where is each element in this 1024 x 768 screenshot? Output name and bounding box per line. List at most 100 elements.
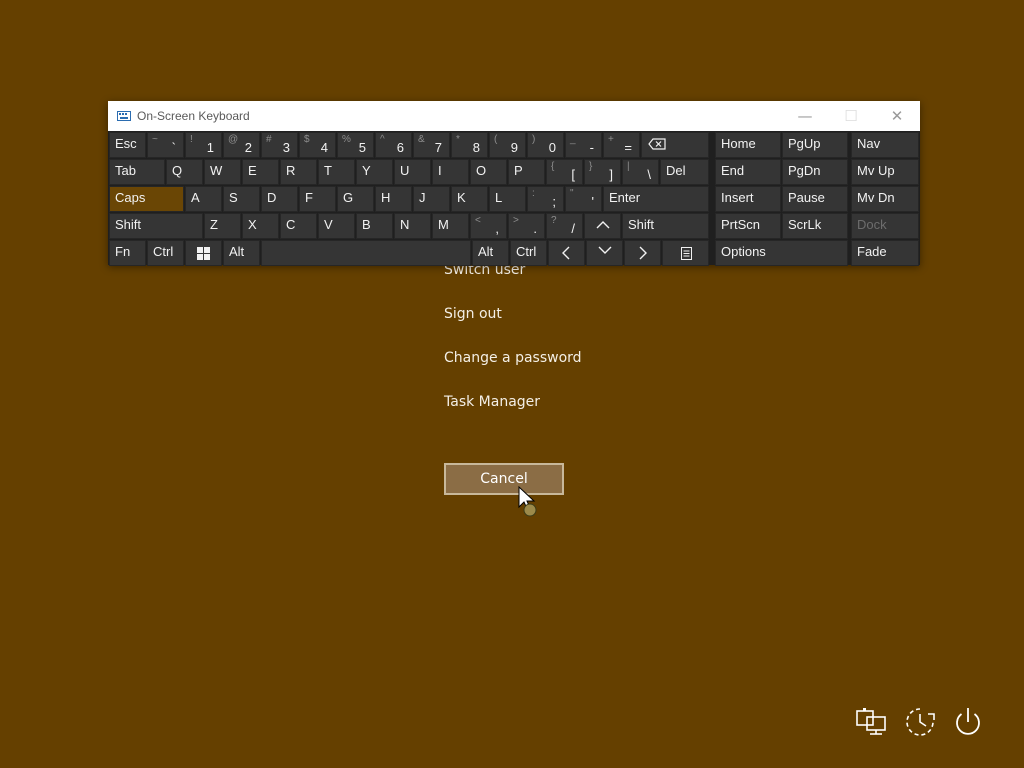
key-shift-label: #: [266, 134, 272, 145]
key-i[interactable]: I: [432, 159, 469, 185]
key-mv-up[interactable]: Mv Up: [851, 159, 919, 185]
key-options[interactable]: Options: [715, 240, 848, 266]
key-0[interactable]: ) 0: [527, 132, 564, 158]
key-4[interactable]: $4: [299, 132, 336, 158]
key-comma[interactable]: <,: [470, 213, 507, 239]
key-equals[interactable]: + =: [603, 132, 640, 158]
network-button[interactable]: [854, 704, 890, 740]
key-right-ctrl[interactable]: Ctrl: [510, 240, 547, 266]
key-slash[interactable]: ? /: [546, 213, 583, 239]
key-up-arrow[interactable]: [584, 213, 621, 239]
sign-out-link[interactable]: Sign out: [444, 306, 502, 322]
key-semicolon[interactable]: :;: [527, 186, 564, 212]
key-backspace[interactable]: [641, 132, 709, 158]
osk-title-bar[interactable]: On-Screen Keyboard — ☐ ✕: [108, 101, 920, 131]
key-right-bracket[interactable]: }]: [584, 159, 621, 185]
key-label: Home: [721, 136, 756, 151]
key-nav[interactable]: Nav: [851, 132, 919, 158]
key-right-shift[interactable]: Shift: [622, 213, 709, 239]
key-b[interactable]: B: [356, 213, 393, 239]
key-minus[interactable]: _ -: [565, 132, 602, 158]
key-s[interactable]: S: [223, 186, 260, 212]
cancel-button[interactable]: Cancel: [444, 463, 564, 495]
key-quote[interactable]: " ': [565, 186, 602, 212]
key-m[interactable]: M: [432, 213, 469, 239]
key-x[interactable]: X: [242, 213, 279, 239]
key-label: [: [571, 167, 575, 182]
task-manager-link[interactable]: Task Manager: [444, 394, 540, 410]
key-insert[interactable]: Insert: [715, 186, 781, 212]
key-home[interactable]: Home: [715, 132, 781, 158]
key-v[interactable]: V: [318, 213, 355, 239]
key-e[interactable]: E: [242, 159, 279, 185]
key-pgup[interactable]: PgUp: [782, 132, 848, 158]
key-prtscn[interactable]: PrtScn: [715, 213, 781, 239]
key-label: Insert: [721, 190, 754, 205]
key-label: U: [400, 163, 410, 178]
key-u[interactable]: U: [394, 159, 431, 185]
key-del[interactable]: Del: [660, 159, 709, 185]
key-k[interactable]: K: [451, 186, 488, 212]
key-c[interactable]: C: [280, 213, 317, 239]
minimize-button[interactable]: —: [782, 101, 828, 131]
key-tilde[interactable]: ~ `: [147, 132, 184, 158]
key-1[interactable]: ! 1: [185, 132, 222, 158]
key-right-arrow[interactable]: [624, 240, 661, 266]
key-fade[interactable]: Fade: [851, 240, 919, 266]
power-button[interactable]: [950, 704, 986, 740]
key-space[interactable]: [261, 240, 471, 266]
key-z[interactable]: Z: [204, 213, 241, 239]
key-f[interactable]: F: [299, 186, 336, 212]
key-a[interactable]: A: [185, 186, 222, 212]
key-h[interactable]: H: [375, 186, 412, 212]
key-2[interactable]: @2: [223, 132, 260, 158]
key-period[interactable]: >.: [508, 213, 545, 239]
key-l[interactable]: L: [489, 186, 526, 212]
key-left-shift[interactable]: Shift: [109, 213, 203, 239]
osk-window-title: On-Screen Keyboard: [137, 109, 250, 123]
key-p[interactable]: P: [508, 159, 545, 185]
key-tab[interactable]: Tab: [109, 159, 165, 185]
key-pgdn[interactable]: PgDn: [782, 159, 848, 185]
key-g[interactable]: G: [337, 186, 374, 212]
close-button[interactable]: ✕: [874, 101, 920, 131]
key-7[interactable]: & 7: [413, 132, 450, 158]
key-dock[interactable]: Dock: [851, 213, 919, 239]
key-label: R: [286, 163, 296, 178]
maximize-button[interactable]: ☐: [828, 101, 874, 131]
key-menu[interactable]: [662, 240, 709, 266]
key-6[interactable]: ^ 6: [375, 132, 412, 158]
key-o[interactable]: O: [470, 159, 507, 185]
key-windows[interactable]: [185, 240, 222, 266]
key-caps-lock[interactable]: Caps: [109, 186, 184, 212]
key-left-alt[interactable]: Alt: [223, 240, 260, 266]
ease-of-access-button[interactable]: [902, 704, 938, 740]
key-9[interactable]: (9: [489, 132, 526, 158]
key-y[interactable]: Y: [356, 159, 393, 185]
key-pause[interactable]: Pause: [782, 186, 848, 212]
key-scrlk[interactable]: ScrLk: [782, 213, 848, 239]
key-j[interactable]: J: [413, 186, 450, 212]
key-backslash[interactable]: | \: [622, 159, 659, 185]
key-q[interactable]: Q: [166, 159, 203, 185]
key-n[interactable]: N: [394, 213, 431, 239]
key-down-arrow[interactable]: [586, 240, 623, 266]
change-password-link[interactable]: Change a password: [444, 350, 582, 366]
key-8[interactable]: * 8: [451, 132, 488, 158]
key-mv-dn[interactable]: Mv Dn: [851, 186, 919, 212]
key-5[interactable]: % 5: [337, 132, 374, 158]
key-enter[interactable]: Enter: [603, 186, 709, 212]
key-fn[interactable]: Fn: [109, 240, 146, 266]
key-esc[interactable]: Esc: [109, 132, 146, 158]
key-left-arrow[interactable]: [548, 240, 585, 266]
key-3[interactable]: #3: [261, 132, 298, 158]
key-t[interactable]: T: [318, 159, 355, 185]
key-label: Options: [721, 244, 766, 259]
key-d[interactable]: D: [261, 186, 298, 212]
key-left-ctrl[interactable]: Ctrl: [147, 240, 184, 266]
key-right-alt[interactable]: Alt: [472, 240, 509, 266]
key-left-bracket[interactable]: {[: [546, 159, 583, 185]
key-end[interactable]: End: [715, 159, 781, 185]
key-w[interactable]: W: [204, 159, 241, 185]
key-r[interactable]: R: [280, 159, 317, 185]
